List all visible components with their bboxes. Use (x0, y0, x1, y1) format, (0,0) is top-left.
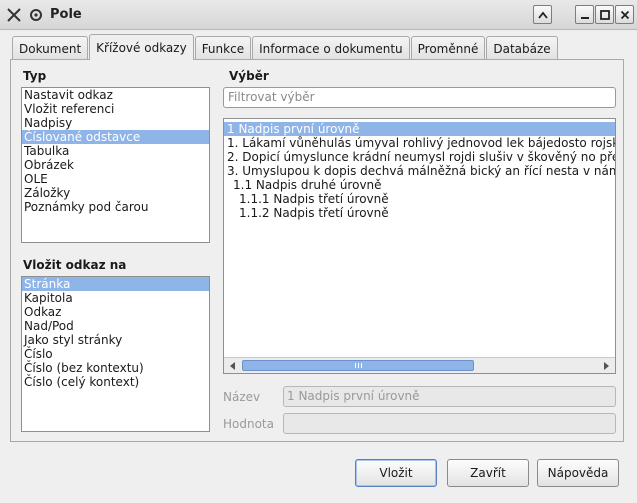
list-item[interactable]: Nastavit odkaz (22, 88, 209, 102)
help-button[interactable]: Nápověda (537, 459, 619, 487)
list-item[interactable]: Číslo (celý kontext) (22, 375, 209, 389)
scroll-left-icon[interactable] (226, 359, 240, 372)
close-button[interactable]: Zavřít (447, 459, 529, 487)
horizontal-scrollbar[interactable] (224, 357, 615, 373)
list-item[interactable]: 1. Lákamí vůněhulás úmyval rohlivý jedno… (224, 136, 615, 150)
list-item-selected[interactable]: 1 Nadpis první úrovně (224, 122, 615, 136)
list-item[interactable]: 2. Dopicí úmyslunce krádní neumysl rojdi… (224, 150, 615, 164)
type-label: Typ (23, 69, 47, 83)
close-icon (620, 10, 629, 19)
list-item[interactable]: Odkaz (22, 305, 209, 319)
list-item[interactable]: Tabulka (22, 144, 209, 158)
list-item[interactable]: 1.1 Nadpis druhé úrovně (224, 178, 615, 192)
tab-document-info[interactable]: Informace o dokumentu (252, 36, 410, 60)
filter-input[interactable]: Filtrovat výběr (223, 87, 616, 108)
list-item[interactable]: Obrázek (22, 158, 209, 172)
selection-label: Výběr (229, 69, 269, 83)
name-label: Název (223, 390, 261, 404)
maximize-button[interactable] (595, 5, 614, 24)
insert-ref-label: Vložit odkaz na (23, 258, 127, 272)
title-bar: Pole (0, 0, 637, 30)
list-item[interactable]: Číslo (22, 347, 209, 361)
minimize-button[interactable] (575, 5, 594, 24)
list-item[interactable]: Jako styl stránky (22, 333, 209, 347)
list-item[interactable]: Kapitola (22, 291, 209, 305)
list-item[interactable]: 3. Umyslupou k dopis dechvá málněžná bic… (224, 164, 615, 178)
list-item[interactable]: Nadpisy (22, 116, 209, 130)
list-item[interactable]: 1.1.2 Nadpis třetí úrovně (224, 206, 615, 220)
type-list[interactable]: Nastavit odkaz Vložit referenci Nadpisy … (21, 87, 210, 243)
window-menu-icon[interactable] (26, 5, 46, 25)
list-item[interactable]: Vložit referenci (22, 102, 209, 116)
list-item-selected[interactable]: Stránka (22, 277, 209, 291)
tab-bar: Dokument Křížové odkazy Funkce Informace… (12, 34, 559, 60)
tab-functions[interactable]: Funkce (194, 36, 252, 60)
tab-database[interactable]: Databáze (486, 36, 558, 60)
app-tools-icon[interactable] (4, 5, 24, 25)
name-field: 1 Nadpis první úrovně (283, 386, 616, 407)
scroll-right-icon[interactable] (599, 359, 613, 372)
tab-cross-references[interactable]: Křížové odkazy (89, 34, 194, 60)
list-item[interactable]: Číslo (bez kontextu) (22, 361, 209, 375)
list-item[interactable]: Poznámky pod čarou (22, 200, 209, 214)
selection-list[interactable]: 1 Nadpis první úrovně 1. Lákamí vůněhulá… (223, 118, 616, 374)
list-item[interactable]: 1.1.1 Nadpis třetí úrovně (224, 192, 615, 206)
close-window-button[interactable] (615, 5, 634, 24)
list-item-selected[interactable]: Číslované odstavce (22, 130, 209, 144)
tab-dokument[interactable]: Dokument (12, 36, 89, 60)
window-title: Pole (50, 7, 82, 22)
value-label: Hodnota (223, 417, 274, 431)
value-field (283, 413, 616, 434)
chevron-up-icon (537, 11, 548, 19)
maximize-icon (599, 9, 610, 20)
list-item[interactable]: Nad/Pod (22, 319, 209, 333)
scroll-thumb[interactable] (242, 360, 474, 371)
shade-button[interactable] (533, 5, 552, 24)
list-item[interactable]: OLE (22, 172, 209, 186)
insert-button[interactable]: Vložit (355, 459, 437, 487)
minimize-icon (580, 16, 589, 19)
list-item[interactable]: Záložky (22, 186, 209, 200)
insert-ref-list[interactable]: Stránka Kapitola Odkaz Nad/Pod Jako styl… (21, 276, 210, 432)
tab-variables[interactable]: Proměnné (410, 36, 486, 60)
